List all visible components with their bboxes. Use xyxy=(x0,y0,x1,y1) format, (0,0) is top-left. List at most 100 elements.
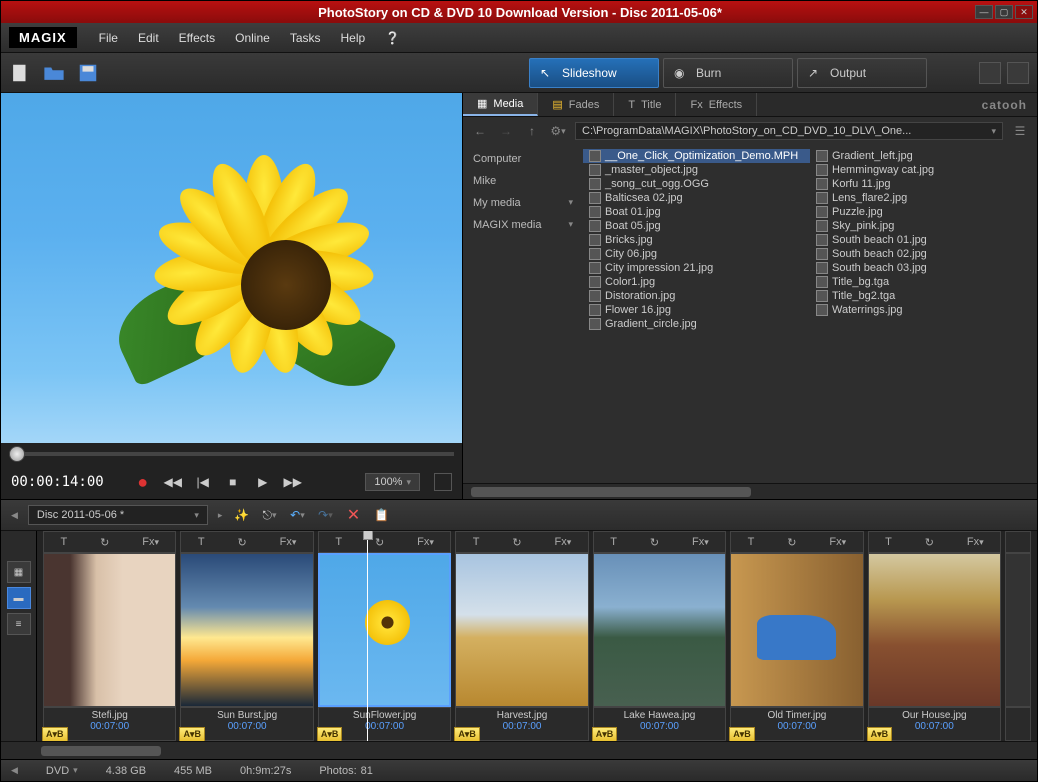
maximize-button[interactable]: ▢ xyxy=(995,5,1013,19)
file-item[interactable]: Color1.jpg xyxy=(583,275,810,289)
clip-rotate-icon[interactable]: ↻ xyxy=(375,536,384,549)
mode-slideshow[interactable]: ↖Slideshow xyxy=(529,58,659,88)
file-item[interactable]: Gradient_circle.jpg xyxy=(583,317,810,331)
undo-button[interactable]: ↶▾ xyxy=(288,506,306,524)
ab-transition-badge[interactable]: A▾B xyxy=(317,727,343,741)
clip-rotate-icon[interactable]: ↻ xyxy=(512,536,521,549)
clip-title-btn[interactable]: T xyxy=(335,536,342,548)
magic-icon[interactable]: ✨ xyxy=(232,506,250,524)
seek-knob[interactable] xyxy=(9,446,25,462)
clip-title-btn[interactable]: T xyxy=(885,536,892,548)
file-item[interactable]: Sky_pink.jpg xyxy=(810,219,1037,233)
new-file-icon[interactable] xyxy=(9,62,31,84)
toolbar-opt1[interactable] xyxy=(979,62,1001,84)
zoom-combo[interactable]: 100%▾ xyxy=(365,473,420,491)
stop-button[interactable]: ■ xyxy=(222,471,244,493)
clip-rotate-icon[interactable]: ↻ xyxy=(787,536,796,549)
view-strip-button[interactable]: ▬ xyxy=(7,587,31,609)
file-item[interactable]: Flower 16.jpg xyxy=(583,303,810,317)
clip-title-btn[interactable]: T xyxy=(610,536,617,548)
clip-rotate-icon[interactable]: ↻ xyxy=(238,536,247,549)
file-item[interactable]: Balticsea 02.jpg xyxy=(583,191,810,205)
menu-help-icon[interactable]: ❔ xyxy=(375,31,410,45)
playhead[interactable] xyxy=(367,531,368,741)
tree-computer[interactable]: Computer xyxy=(473,153,573,165)
menu-effects[interactable]: Effects xyxy=(169,31,225,45)
timeline-clip[interactable]: T↻Fx▾Our House.jpg00:07:00A▾B xyxy=(868,531,1001,741)
open-folder-icon[interactable] xyxy=(43,62,65,84)
timeline-clip[interactable]: T↻Fx▾Stefi.jpg00:07:00A▾B xyxy=(43,531,176,741)
ab-transition-badge[interactable]: A▾B xyxy=(592,727,618,741)
timeline-hscroll[interactable] xyxy=(1,741,1037,759)
clip-title-btn[interactable]: T xyxy=(473,536,480,548)
file-item[interactable]: Title_bg2.tga xyxy=(810,289,1037,303)
tab-fades[interactable]: ▤Fades xyxy=(538,93,614,116)
nav-up-icon[interactable]: ↑ xyxy=(523,122,541,140)
file-item[interactable]: Waterrings.jpg xyxy=(810,303,1037,317)
file-item[interactable]: Bricks.jpg xyxy=(583,233,810,247)
clip-fx-btn[interactable]: Fx▾ xyxy=(829,536,846,548)
close-button[interactable]: ✕ xyxy=(1015,5,1033,19)
file-item[interactable]: Korfu 11.jpg xyxy=(810,177,1037,191)
split-icon[interactable]: ⎋▾ xyxy=(260,506,278,524)
clip-rotate-icon[interactable]: ↻ xyxy=(650,536,659,549)
mode-burn[interactable]: ◉Burn xyxy=(663,58,793,88)
clip-rotate-icon[interactable]: ↻ xyxy=(100,536,109,549)
clip-title-btn[interactable]: T xyxy=(198,536,205,548)
menu-edit[interactable]: Edit xyxy=(128,31,169,45)
save-icon[interactable] xyxy=(77,62,99,84)
file-item[interactable]: South beach 03.jpg xyxy=(810,261,1037,275)
file-item[interactable]: Boat 05.jpg xyxy=(583,219,810,233)
mode-output[interactable]: ↗Output xyxy=(797,58,927,88)
file-item[interactable]: City 06.jpg xyxy=(583,247,810,261)
file-item[interactable]: South beach 01.jpg xyxy=(810,233,1037,247)
clip-rotate-icon[interactable]: ↻ xyxy=(925,536,934,549)
view-grid-button[interactable]: ▦ xyxy=(7,561,31,583)
clip-fx-btn[interactable]: Fx▾ xyxy=(417,536,434,548)
timeline-clip[interactable]: T↻Fx▾Lake Hawea.jpg00:07:00A▾B xyxy=(593,531,726,741)
redo-button[interactable]: ↷▾ xyxy=(316,506,334,524)
clip-fx-btn[interactable]: Fx▾ xyxy=(692,536,709,548)
tab-effects[interactable]: FxEffects xyxy=(676,93,757,116)
ab-transition-badge[interactable]: A▾B xyxy=(179,727,205,741)
tree-magix[interactable]: MAGIX media▾ xyxy=(473,219,573,231)
menu-online[interactable]: Online xyxy=(225,31,280,45)
path-field[interactable]: C:\ProgramData\MAGIX\PhotoStory_on_CD_DV… xyxy=(575,122,1003,140)
view-tracks-button[interactable]: ≡ xyxy=(7,613,31,635)
timeline-clip[interactable]: T↻Fx▾Old Timer.jpg00:07:00A▾B xyxy=(730,531,863,741)
tab-title[interactable]: TTitle xyxy=(614,93,676,116)
tree-mymedia[interactable]: My media▾ xyxy=(473,197,573,209)
ab-transition-badge[interactable]: A▾B xyxy=(454,727,480,741)
file-item[interactable]: _song_cut_ogg.OGG xyxy=(583,177,810,191)
minimize-button[interactable]: — xyxy=(975,5,993,19)
play-button[interactable]: ▶ xyxy=(252,471,274,493)
ab-transition-badge[interactable]: A▾B xyxy=(729,727,755,741)
fwd-button[interactable]: ▶▶ xyxy=(282,471,304,493)
file-item[interactable]: Title_bg.tga xyxy=(810,275,1037,289)
nav-back-icon[interactable]: ← xyxy=(471,122,489,140)
disc-combo[interactable]: Disc 2011-05-06 *▾ xyxy=(28,505,208,525)
clip-title-btn[interactable]: T xyxy=(60,536,67,548)
file-item[interactable]: Puzzle.jpg xyxy=(810,205,1037,219)
file-item[interactable]: Gradient_left.jpg xyxy=(810,149,1037,163)
file-item[interactable]: Hemmingway cat.jpg xyxy=(810,163,1037,177)
clip-title-btn[interactable]: T xyxy=(748,536,755,548)
ab-transition-badge[interactable]: A▾B xyxy=(42,727,68,741)
rewind-button[interactable]: ◀◀ xyxy=(162,471,184,493)
toolbar-opt2[interactable] xyxy=(1007,62,1029,84)
timeline-clip[interactable]: T↻Fx▾Sun Burst.jpg00:07:00A▾B xyxy=(180,531,313,741)
file-item[interactable]: South beach 02.jpg xyxy=(810,247,1037,261)
timeline-clip[interactable]: T↻Fx▾Harvest.jpg00:07:00A▾B xyxy=(455,531,588,741)
prev-button[interactable]: |◀ xyxy=(192,471,214,493)
delete-button[interactable]: ✕ xyxy=(344,506,362,524)
next-disc-icon[interactable]: ▸ xyxy=(218,510,223,521)
clip-fx-btn[interactable]: Fx▾ xyxy=(280,536,297,548)
timeline-clip[interactable]: T↻Fx▾SunFlower.jpg00:07:00A▾B xyxy=(318,531,451,741)
tab-media[interactable]: ▦Media xyxy=(463,93,538,116)
fullscreen-button[interactable] xyxy=(434,473,452,491)
clipboard-icon[interactable]: 📋 xyxy=(372,506,390,524)
view-list-icon[interactable]: ☰ xyxy=(1011,122,1029,140)
prev-disc-icon[interactable]: ◀ xyxy=(11,510,18,521)
menu-help[interactable]: Help xyxy=(331,31,376,45)
file-item[interactable]: _master_object.jpg xyxy=(583,163,810,177)
